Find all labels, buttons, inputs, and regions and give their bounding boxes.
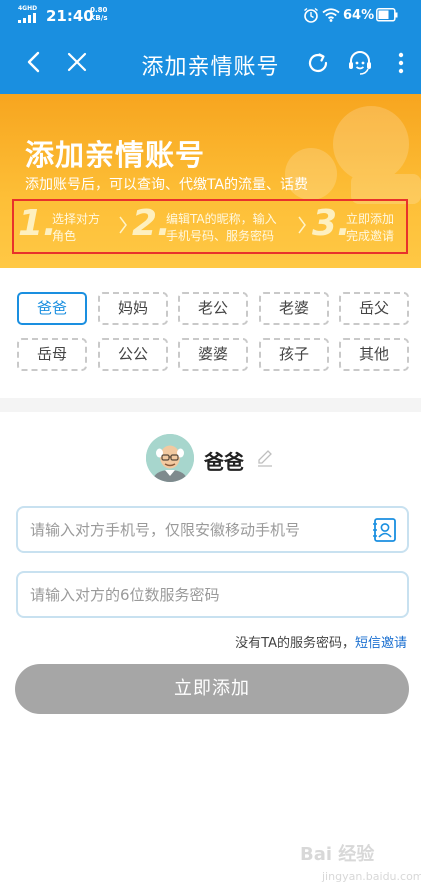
network-type: 4GHD	[18, 5, 38, 12]
relation-chip-husbands-father[interactable]: 公公	[98, 338, 168, 371]
watermark-url: jingyan.baidu.com	[322, 870, 421, 883]
speed-value: 0.80	[90, 6, 108, 14]
relation-chip-other[interactable]: 其他	[339, 338, 409, 371]
refresh-icon[interactable]	[306, 51, 330, 75]
alarm-icon	[304, 7, 318, 23]
contact-book-icon[interactable]	[372, 517, 398, 543]
relation-chip-father-in-law[interactable]: 岳父	[339, 292, 409, 325]
relation-chip-wife[interactable]: 老婆	[259, 292, 329, 325]
network-speed: 0.80 KB/s	[90, 6, 107, 22]
phone-field	[16, 506, 409, 553]
relation-chip-husbands-mother[interactable]: 婆婆	[178, 338, 248, 371]
service-password-input[interactable]	[30, 573, 370, 616]
banner-decoration	[285, 106, 421, 204]
step-line: 选择对方	[52, 212, 101, 226]
step-line: 角色	[52, 229, 77, 243]
status-time: 21:40	[46, 7, 94, 25]
step-number: 1.	[18, 203, 57, 244]
step-text: 立即添加 完成邀请	[346, 211, 394, 245]
title-bar: 添加亲情账号	[0, 32, 421, 94]
edit-pencil-icon[interactable]	[256, 449, 274, 467]
steps-panel: 1. 选择对方 角色 2. 编辑TA的昵称，输入 手机号码、服务密码 3. 立即…	[12, 199, 408, 254]
profile-header: 爸爸	[0, 412, 421, 502]
status-bar: 4GHD 21:40 0.80 KB/s 64%	[0, 0, 421, 32]
sms-invite-link[interactable]: 短信邀请	[355, 636, 407, 651]
password-hint: 没有TA的服务密码，短信邀请	[235, 632, 407, 651]
relation-chip-mother-in-law[interactable]: 岳母	[17, 338, 87, 371]
banner-title: 添加亲情账号	[25, 138, 206, 172]
relation-selector: 爸爸 妈妈 老公 老婆 岳父 岳母 公公 婆婆 孩子 其他	[0, 268, 421, 398]
step-line: 手机号码、服务密码	[166, 229, 275, 243]
step-1: 1. 选择对方 角色	[18, 201, 128, 252]
section-divider	[0, 398, 421, 412]
service-password-field	[16, 571, 409, 618]
more-icon[interactable]	[397, 51, 405, 75]
chevron-right-icon	[119, 216, 127, 234]
step-number: 3.	[312, 203, 351, 244]
step-3: 3. 立即添加 完成邀请	[312, 201, 406, 252]
step-text: 编辑TA的昵称，输入 手机号码、服务密码	[166, 211, 277, 245]
speed-unit: KB/s	[90, 14, 108, 22]
relation-chip-dad[interactable]: 爸爸	[17, 292, 87, 325]
step-2: 2. 编辑TA的昵称，输入 手机号码、服务密码	[132, 201, 312, 252]
banner-subtitle: 添加账号后，可以查询、代缴TA的流量、话费	[25, 177, 309, 193]
wifi-icon	[322, 8, 340, 22]
step-line: 编辑TA的昵称，输入	[166, 212, 277, 226]
relation-name: 爸爸	[204, 450, 244, 474]
elder-man-avatar-icon	[146, 434, 194, 482]
phone-input[interactable]	[30, 508, 370, 551]
signal-icon	[18, 13, 36, 23]
step-line: 立即添加	[346, 212, 395, 226]
watermark-logo: Bai 经验	[300, 844, 375, 865]
step-line: 完成邀请	[346, 229, 395, 243]
customer-service-icon[interactable]	[346, 49, 374, 77]
avatar	[146, 434, 194, 482]
chevron-right-icon	[298, 216, 306, 234]
hint-text: 没有TA的服务密码，	[235, 636, 355, 651]
step-text: 选择对方 角色	[52, 211, 100, 245]
relation-chip-child[interactable]: 孩子	[259, 338, 329, 371]
step-number: 2.	[132, 203, 171, 244]
relation-chip-mom[interactable]: 妈妈	[98, 292, 168, 325]
battery-icon	[376, 8, 398, 22]
banner: 添加亲情账号 添加账号后，可以查询、代缴TA的流量、话费 1. 选择对方 角色 …	[0, 94, 421, 268]
battery-percent: 64%	[343, 8, 375, 23]
relation-chip-husband[interactable]: 老公	[178, 292, 248, 325]
add-now-button[interactable]: 立即添加	[15, 664, 409, 714]
